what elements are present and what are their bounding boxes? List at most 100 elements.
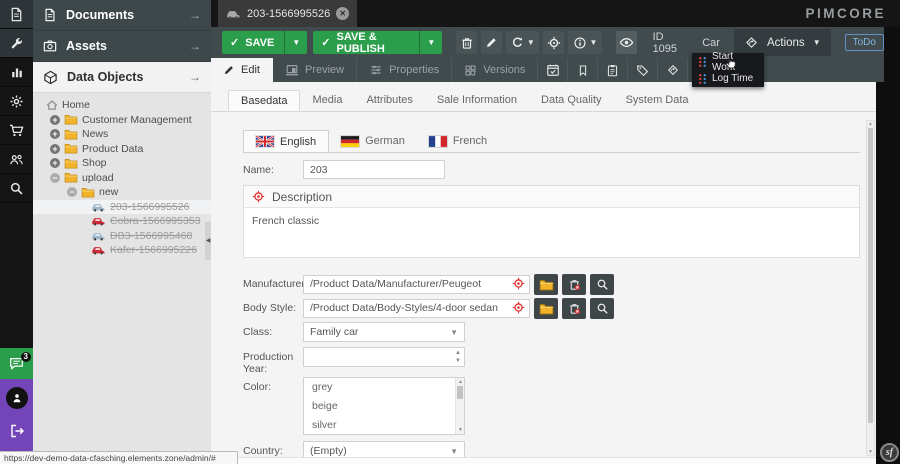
bookmark-button[interactable] [568,58,598,82]
car-icon [226,9,241,19]
tree-item-folder[interactable]: Shop [33,156,211,171]
subtab-sale-information[interactable]: Sale Information [425,90,529,111]
collapse-minus-icon[interactable] [50,173,60,183]
subtab-attributes[interactable]: Attributes [354,90,424,111]
notes-button[interactable] [598,58,628,82]
file-menu-button[interactable] [0,0,33,29]
tree-item-car-selected[interactable]: 203-1566995526 [33,200,211,215]
tree-item-car[interactable]: Cobra-1566995353 [33,214,211,229]
description-title: Description [272,190,332,204]
tab-edit[interactable]: Edit [211,58,273,82]
language-tab-english[interactable]: English [243,130,329,152]
reload-button[interactable]: ▼ [506,31,539,54]
subtab-media[interactable]: Media [300,90,354,111]
avatar[interactable] [6,387,28,409]
logout-icon[interactable] [9,423,25,439]
tab-versions[interactable]: Versions [452,58,538,82]
search-button[interactable] [0,174,33,203]
content-scrollbar[interactable]: ▲ ▼ [866,120,875,456]
tree-item-folder[interactable]: News [33,127,211,142]
description-text[interactable]: French classic [244,208,859,257]
tree-item-car[interactable]: Kafer-1566995226 [33,243,211,258]
remove-reference-button[interactable] [562,274,586,295]
sliders-icon [369,63,383,77]
tools-menu-button[interactable] [0,29,33,58]
tag-button[interactable] [628,58,658,82]
notifications-button[interactable]: 3 [0,348,33,379]
folder-icon [81,187,95,198]
tab-preview[interactable]: Preview [273,58,357,82]
class-select[interactable]: Family car ▼ [303,322,465,342]
tree-item-folder-expanded[interactable]: upload [33,171,211,186]
pencil-icon [485,36,498,49]
color-listbox[interactable]: grey beige silver ▲ ▼ [303,377,465,435]
tree-item-folder[interactable]: Customer Management [33,113,211,128]
scroll-down-icon[interactable]: ▼ [867,449,874,455]
tag-icon [636,64,649,77]
expand-plus-icon[interactable] [50,144,60,154]
bodystyle-input[interactable] [303,299,530,318]
language-tab-french[interactable]: French [417,130,499,152]
search-reference-button[interactable] [590,298,614,319]
ecommerce-button[interactable] [0,116,33,145]
close-icon[interactable]: ✕ [336,7,349,20]
rename-button[interactable] [481,31,502,54]
open-object-tab[interactable]: 203-1566995526 ✕ [218,0,357,27]
save-button[interactable]: ✓ SAVE ▼ [222,31,307,54]
expand-plus-icon[interactable] [50,158,60,168]
workflow-status-badge[interactable]: ToDo [845,34,884,51]
color-option[interactable]: beige [304,397,464,416]
tree-item-home[interactable]: Home [33,98,211,113]
reports-button[interactable] [0,58,33,87]
tab-properties-label: Properties [389,64,439,76]
expand-plus-icon[interactable] [50,129,60,139]
language-tab-german[interactable]: German [329,130,417,152]
color-option[interactable]: grey [304,378,464,397]
tree-item-folder-expanded[interactable]: new [33,185,211,200]
subtab-data-quality[interactable]: Data Quality [529,90,614,111]
listbox-scrollbar[interactable]: ▲ ▼ [455,378,464,434]
open-folder-button[interactable] [534,298,558,319]
schedule-button[interactable] [538,58,568,82]
manufacturer-input[interactable] [303,275,530,294]
production-year-stepper[interactable]: ▲▼ [303,347,465,367]
settings-button[interactable] [0,87,33,116]
color-option[interactable]: silver [304,416,464,435]
scroll-up-icon[interactable]: ▲ [867,121,874,127]
tree-item-car[interactable]: DB3-1566995468 [33,229,211,244]
tree-item-folder[interactable]: Product Data [33,142,211,157]
search-reference-button[interactable] [590,274,614,295]
name-input[interactable] [303,160,445,179]
locate-in-tree-button[interactable] [543,31,564,54]
accordion-data-objects[interactable]: Data Objects → [33,62,211,93]
save-publish-button[interactable]: ✓ SAVE & PUBLISH ▼ [313,31,442,54]
accordion-documents[interactable]: Documents → [33,0,211,31]
uk-flag-icon [256,136,274,147]
workflow-diamond-icon [666,63,680,77]
open-folder-button[interactable] [534,274,558,295]
scroll-down-icon[interactable]: ▼ [456,427,465,433]
subtab-system-data[interactable]: System Data [614,90,701,111]
menu-item-log-time[interactable]: Log Time [692,70,764,87]
preview-visibility-button[interactable] [616,31,637,54]
expand-plus-icon[interactable] [50,115,60,125]
tree-item-label: Customer Management [82,114,192,126]
check-icon: ✓ [222,36,239,49]
tab-properties[interactable]: Properties [357,58,452,82]
save-publish-dropdown-caret[interactable]: ▼ [419,31,442,54]
extension-badge-icon[interactable]: sf [880,443,899,462]
save-dropdown-caret[interactable]: ▼ [284,31,307,54]
delete-button[interactable] [456,31,477,54]
caret-down-icon: ▼ [450,328,458,337]
scroll-up-icon[interactable]: ▲ [456,379,465,385]
remove-reference-button[interactable] [562,298,586,319]
info-button[interactable]: ▼ [568,31,601,54]
scrollbar-thumb[interactable] [457,386,463,399]
collapse-minus-icon[interactable] [67,187,77,197]
workflow-button[interactable] [658,58,688,82]
scrollbar-thumb[interactable] [868,128,873,423]
spinner-arrows-icon[interactable]: ▲▼ [455,349,461,365]
users-button[interactable] [0,145,33,174]
subtab-basedata[interactable]: Basedata [228,90,300,111]
accordion-assets[interactable]: Assets → [33,31,211,62]
